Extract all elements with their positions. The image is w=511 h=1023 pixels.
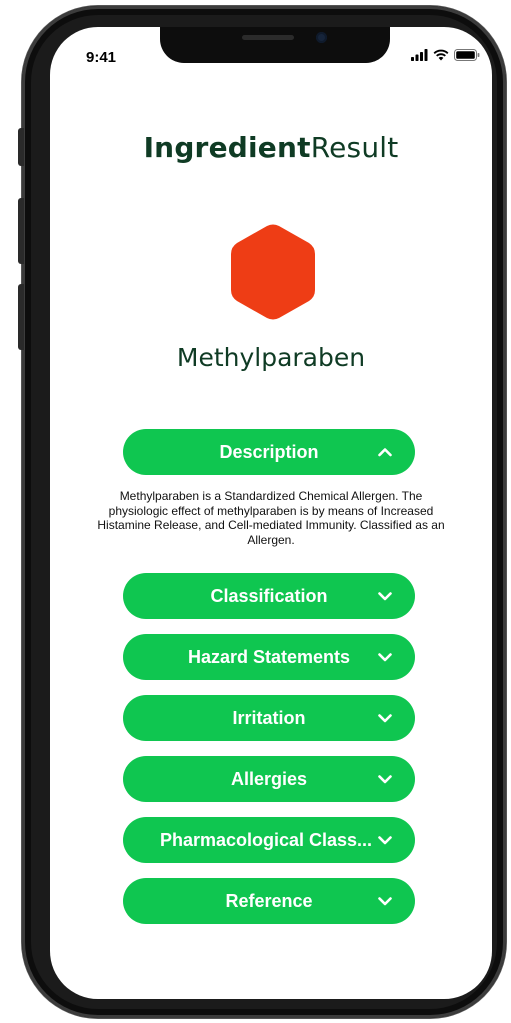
- section-hazard-statements-toggle[interactable]: Hazard Statements: [123, 634, 415, 680]
- title-regular: Result: [310, 131, 399, 164]
- chevron-down-icon: [378, 775, 392, 784]
- front-camera: [316, 32, 327, 43]
- app-screen: 9:41 IngredientResult Methylparaben Desc…: [50, 27, 492, 999]
- signal-icon: [411, 49, 428, 61]
- section-label: Allergies: [230, 768, 308, 789]
- chevron-down-icon: [378, 897, 392, 906]
- hexagon-icon: [231, 224, 315, 320]
- section-label: Pharmacological Class...: [159, 829, 373, 850]
- battery-icon: [454, 49, 480, 61]
- mute-switch: [18, 128, 24, 166]
- volume-up-button: [18, 198, 24, 264]
- section-allergies-toggle[interactable]: Allergies: [123, 756, 415, 802]
- section-label: Reference: [225, 890, 313, 911]
- chevron-down-icon: [378, 714, 392, 723]
- section-pharmacological-class-toggle[interactable]: Pharmacological Class...: [123, 817, 415, 863]
- wifi-icon: [433, 49, 449, 61]
- title-bold: Ingredient: [143, 131, 311, 164]
- status-time: 9:41: [86, 49, 117, 66]
- chevron-down-icon: [378, 836, 392, 845]
- status-icons: [411, 49, 480, 61]
- section-classification-toggle[interactable]: Classification: [123, 573, 415, 619]
- speaker-grille: [242, 35, 294, 40]
- section-label: Hazard Statements: [187, 646, 351, 667]
- section-label: Description: [219, 441, 319, 462]
- chevron-up-icon: [378, 448, 392, 457]
- notch: [160, 27, 390, 63]
- ingredient-name: Methylparaben: [176, 343, 366, 372]
- section-reference-toggle[interactable]: Reference: [123, 878, 415, 924]
- section-label: Classification: [210, 585, 328, 606]
- chevron-down-icon: [378, 653, 392, 662]
- volume-down-button: [18, 284, 24, 350]
- section-irritation-toggle[interactable]: Irritation: [123, 695, 415, 741]
- page-title: IngredientResult: [50, 131, 492, 164]
- description-text: Methylparaben is a Standardized Chemical…: [97, 489, 445, 547]
- section-label: Irritation: [232, 707, 306, 728]
- chevron-down-icon: [378, 592, 392, 601]
- section-description-toggle[interactable]: Description: [123, 429, 415, 475]
